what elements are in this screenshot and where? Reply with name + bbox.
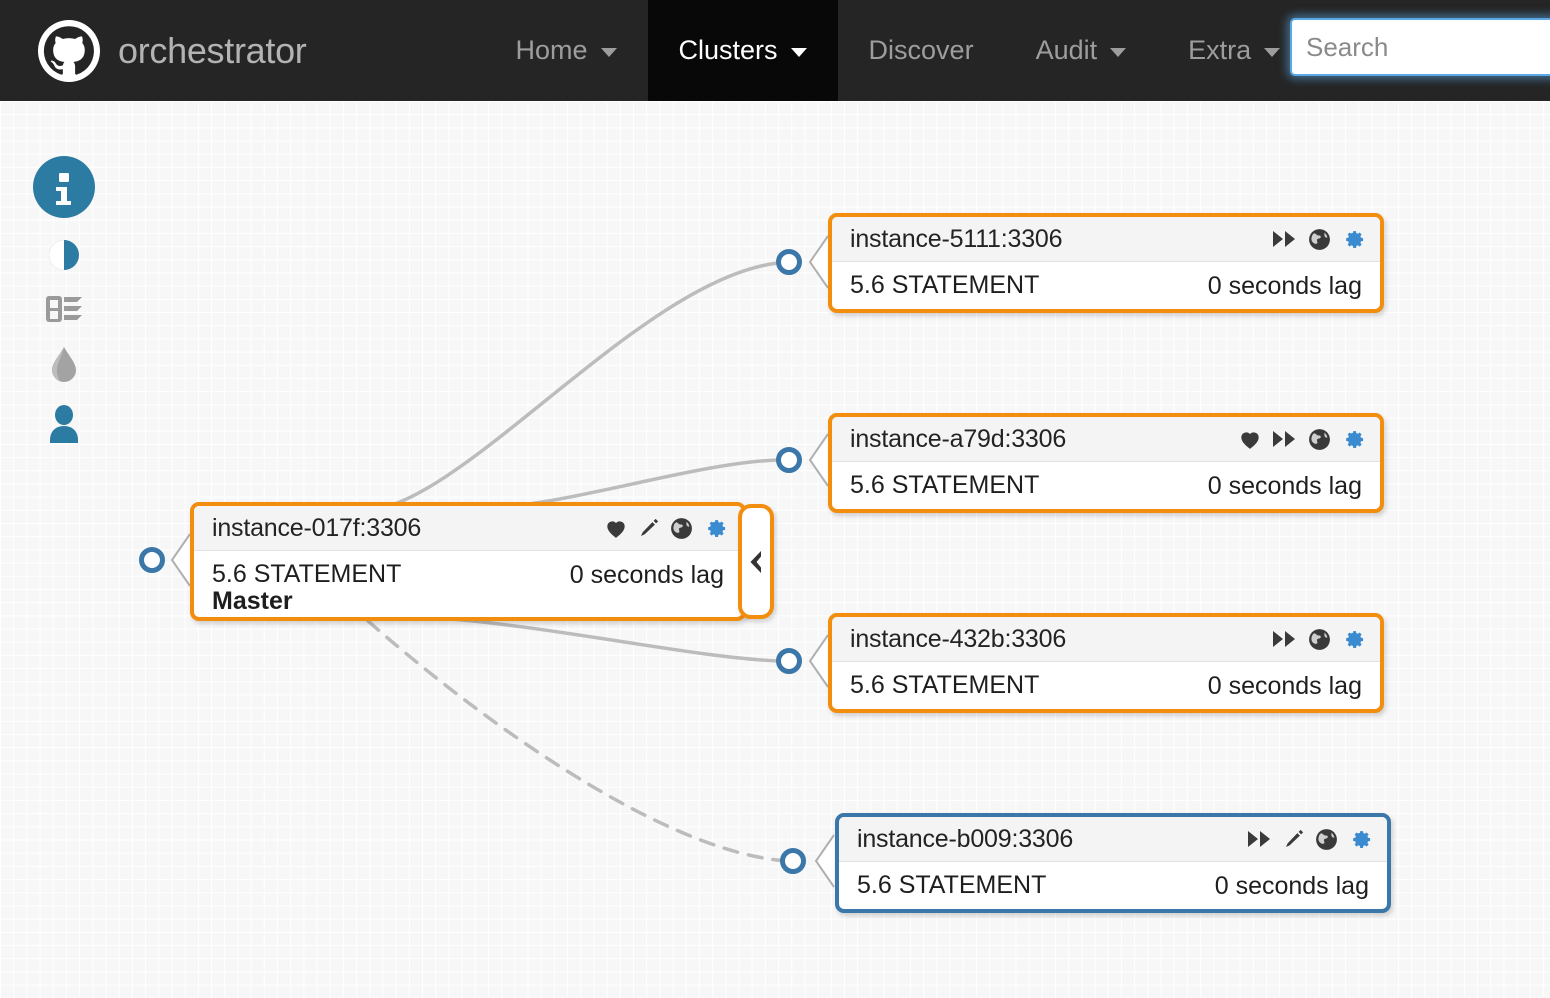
chevron-left-icon [750, 550, 761, 573]
display-mode-rail [33, 156, 95, 449]
nav-item-label: Extra [1188, 35, 1252, 65]
heart-icon[interactable] [1237, 426, 1263, 452]
user-icon[interactable] [46, 404, 82, 449]
topology-node-5111[interactable]: instance-5111:3306 5.6 STATEMENT 0 secon… [828, 213, 1384, 313]
collapse-toggle-button[interactable] [738, 504, 774, 619]
node-action-icons [1246, 826, 1373, 852]
heart-icon[interactable] [603, 515, 629, 541]
node-lag: 0 seconds lag [569, 561, 724, 589]
chevron-down-icon [1264, 48, 1281, 57]
gear-icon[interactable] [1347, 826, 1373, 852]
node-notch-b009 [814, 834, 835, 888]
topology-canvas: instance-017f:3306 5.6 STATEMENT Master … [0, 101, 1550, 998]
node-instance-name: instance-017f:3306 [212, 513, 422, 542]
fast-forward-icon[interactable] [1271, 228, 1299, 250]
node-version: 5.6 STATEMENT [850, 471, 1040, 499]
node-notch-5111 [808, 235, 829, 289]
nav-item-label: Home [515, 35, 588, 65]
node-action-icons [1237, 426, 1366, 452]
info-circle-icon[interactable] [33, 156, 95, 223]
node-notch-432b [808, 634, 829, 688]
topology-node-master[interactable]: instance-017f:3306 5.6 STATEMENT Master … [190, 502, 746, 621]
node-instance-name: instance-b009:3306 [857, 824, 1074, 853]
nav-item-label: Clusters [678, 35, 778, 65]
globe-icon[interactable] [669, 516, 694, 541]
node-notch-a79d [808, 433, 829, 487]
nav-item-label: Audit [1035, 35, 1098, 65]
globe-icon[interactable] [1307, 427, 1332, 452]
chevron-down-icon [600, 48, 617, 57]
pencil-icon[interactable] [637, 516, 661, 540]
brand[interactable]: orchestrator [0, 0, 336, 101]
node-body-row: 5.6 STATEMENT 0 seconds lag [832, 462, 1380, 509]
pencil-icon[interactable] [1282, 827, 1306, 851]
node-lag: 0 seconds lag [1214, 872, 1369, 900]
nav-item-home[interactable]: Home [484, 0, 647, 101]
nav-item-extra[interactable]: Extra [1157, 0, 1311, 101]
node-body-row: 5.6 STATEMENT 0 seconds lag [832, 662, 1380, 709]
gear-icon[interactable] [702, 515, 728, 541]
search-input[interactable] [1290, 18, 1550, 76]
chevron-down-icon [1110, 48, 1127, 57]
node-lag: 0 seconds lag [1207, 672, 1362, 700]
half-contrast-icon[interactable] [46, 237, 82, 278]
nav-item-clusters[interactable]: Clusters [647, 0, 838, 101]
edge-master-5111 [360, 261, 780, 513]
node-body-row: 5.6 STATEMENT 0 seconds lag [832, 262, 1380, 309]
node-instance-name: instance-432b:3306 [850, 624, 1067, 653]
fast-forward-icon[interactable] [1271, 628, 1299, 650]
node-lag: 0 seconds lag [1207, 472, 1362, 500]
node-body-row: 5.6 STATEMENT 0 seconds lag [839, 862, 1387, 909]
globe-icon[interactable] [1307, 227, 1332, 252]
gear-icon[interactable] [1340, 426, 1366, 452]
edge-master-432b [428, 615, 780, 663]
topology-node-432b[interactable]: instance-432b:3306 5.6 STATEMENT 0 secon… [828, 613, 1384, 713]
anchor-circle [776, 447, 802, 473]
node-title-row: instance-b009:3306 [839, 817, 1387, 862]
nav-item-audit[interactable]: Audit [1005, 0, 1158, 101]
topology-node-a79d[interactable]: instance-a79d:3306 5.6 STATEMENT 0 secon… [828, 413, 1384, 513]
anchor-circle [776, 249, 802, 275]
node-instance-name: instance-5111:3306 [850, 224, 1063, 253]
droplet-icon[interactable] [49, 345, 79, 390]
node-version: 5.6 STATEMENT [212, 560, 402, 588]
nav-items: Home Clusters Discover Audit Extra [484, 0, 1311, 101]
github-octocat-icon [38, 19, 100, 82]
node-version: 5.6 STATEMENT [850, 271, 1040, 299]
globe-icon[interactable] [1314, 827, 1339, 852]
node-title-row: instance-432b:3306 [832, 617, 1380, 662]
node-version-block: 5.6 STATEMENT Master [212, 561, 401, 616]
brand-title: orchestrator [118, 29, 307, 71]
anchor-circle [780, 848, 806, 874]
anchor-circle [776, 648, 802, 674]
fast-forward-icon[interactable] [1271, 428, 1299, 450]
node-notch-master [170, 533, 191, 587]
nav-item-discover[interactable]: Discover [838, 0, 1005, 101]
node-instance-name: instance-a79d:3306 [850, 424, 1067, 453]
node-title-row: instance-a79d:3306 [832, 417, 1380, 462]
node-version: 5.6 STATEMENT [857, 871, 1047, 899]
topology-node-b009[interactable]: instance-b009:3306 5.6 STATEMENT 0 secon… [835, 813, 1391, 913]
node-action-icons [1271, 626, 1366, 652]
node-action-icons [603, 515, 728, 541]
node-title-row: instance-5111:3306 [832, 217, 1380, 262]
search-container [1290, 18, 1550, 76]
node-title-row: instance-017f:3306 [194, 506, 742, 551]
database-list-icon[interactable] [44, 292, 84, 331]
top-navbar: orchestrator Home Clusters Discover Audi… [0, 0, 1550, 101]
chevron-down-icon [790, 48, 807, 57]
node-version: 5.6 STATEMENT [850, 671, 1040, 699]
anchor-circle [139, 547, 165, 573]
gear-icon[interactable] [1340, 226, 1366, 252]
node-role: Master [212, 587, 293, 616]
node-lag: 0 seconds lag [1207, 272, 1362, 300]
nav-item-label: Discover [868, 35, 974, 65]
node-body-row: 5.6 STATEMENT Master 0 seconds lag [194, 551, 742, 617]
globe-icon[interactable] [1307, 627, 1332, 652]
node-action-icons [1271, 226, 1366, 252]
gear-icon[interactable] [1340, 626, 1366, 652]
fast-forward-icon[interactable] [1246, 828, 1274, 850]
